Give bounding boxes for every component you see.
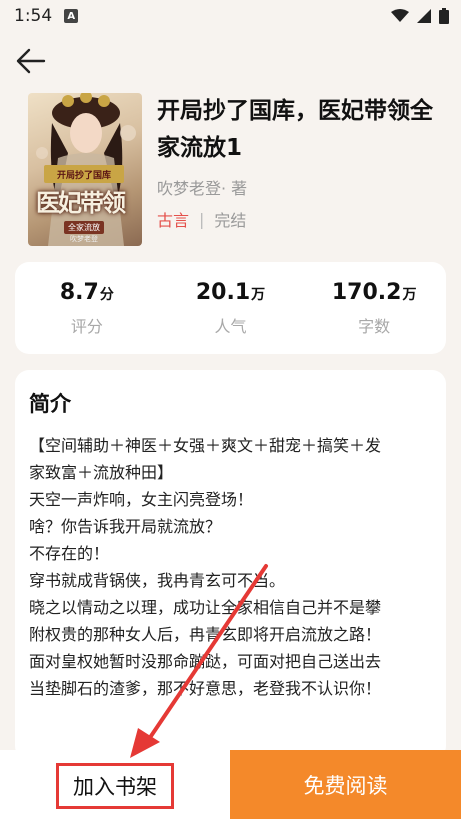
wifi-icon — [391, 9, 409, 22]
intro-line: 天空一声炸响，女主闪亮登场！ — [29, 490, 254, 509]
book-cover[interactable]: 开局抄了国库 医妃带领 全家流放 吹梦老登 — [28, 93, 142, 246]
stat-word-count: 170.2万 字数 — [309, 280, 439, 337]
signal-icon — [417, 9, 431, 23]
read-free-button[interactable]: 免费阅读 — [230, 750, 461, 819]
status-icons — [391, 8, 449, 24]
book-author[interactable]: 吹梦老登· 著 — [157, 175, 247, 199]
arrow-left-icon — [16, 48, 46, 74]
intro-line: 附权贵的那种女人后，冉青玄即将开启流放之路！ — [29, 625, 382, 644]
notification-icon: A — [64, 9, 79, 23]
intro-line: 不存在的！ — [29, 544, 110, 563]
intro-line: 穿书就成背锅侠，我冉青玄可不当。 — [29, 571, 286, 590]
stats-card: 8.7分 评分 20.1万 人气 170.2万 字数 — [15, 262, 446, 354]
intro-line: 啥？你告诉我开局就流放？ — [29, 517, 222, 536]
tag-separator: | — [199, 209, 205, 229]
intro-line: 晓之以情动之以理，成功让全家相信自己并不是攀 — [29, 598, 382, 617]
stat-word-count-unit: 万 — [402, 286, 417, 303]
book-title: 开局抄了国库，医妃带领全家流放1 — [157, 98, 433, 161]
cover-small-title: 开局抄了国库 — [44, 165, 124, 183]
cover-big-title: 医妃带领 — [36, 188, 126, 217]
intro-line: 家致富＋流放种田】 — [29, 463, 174, 482]
stat-word-count-value: 170.2 — [331, 279, 402, 305]
stat-rating-label: 评分 — [70, 316, 103, 336]
stat-rating: 8.7分 评分 — [22, 280, 152, 337]
back-button[interactable] — [14, 46, 48, 76]
book-tags: 古言 | 完结 — [157, 207, 246, 231]
stat-rating-unit: 分 — [99, 286, 114, 303]
stat-word-count-label: 字数 — [358, 316, 391, 336]
intro-heading: 简介 — [29, 392, 71, 416]
stat-popularity-label: 人气 — [214, 316, 247, 336]
intro-line: 【空间辅助＋神医＋女强＋爽文＋甜宠＋搞笑＋发 — [29, 436, 382, 455]
cover-subtitle: 全家流放 — [64, 221, 104, 234]
intro-card[interactable]: 简介 【空间辅助＋神医＋女强＋爽文＋甜宠＋搞笑＋发 家致富＋流放种田】 天空一声… — [15, 370, 446, 760]
intro-line: 当垫脚石的渣爹，那不好意思，老登我不认识你！ — [29, 679, 382, 698]
cover-author: 吹梦老登 — [70, 235, 98, 243]
add-to-shelf-button[interactable]: 加入书架 — [56, 763, 174, 809]
status-tag: 完结 — [214, 211, 247, 230]
stat-rating-value: 8.7 — [59, 279, 99, 305]
stat-popularity: 20.1万 人气 — [165, 280, 295, 337]
stat-popularity-value: 20.1 — [195, 279, 251, 305]
intro-line: 面对皇权她暂时没那命蹦跶，可面对把自己送出去 — [29, 652, 382, 671]
stat-popularity-unit: 万 — [251, 286, 266, 303]
status-bar: 1:54 A — [0, 0, 461, 32]
battery-icon — [439, 8, 449, 24]
genre-tag[interactable]: 古言 — [157, 207, 189, 231]
status-time: 1:54 — [14, 6, 53, 26]
